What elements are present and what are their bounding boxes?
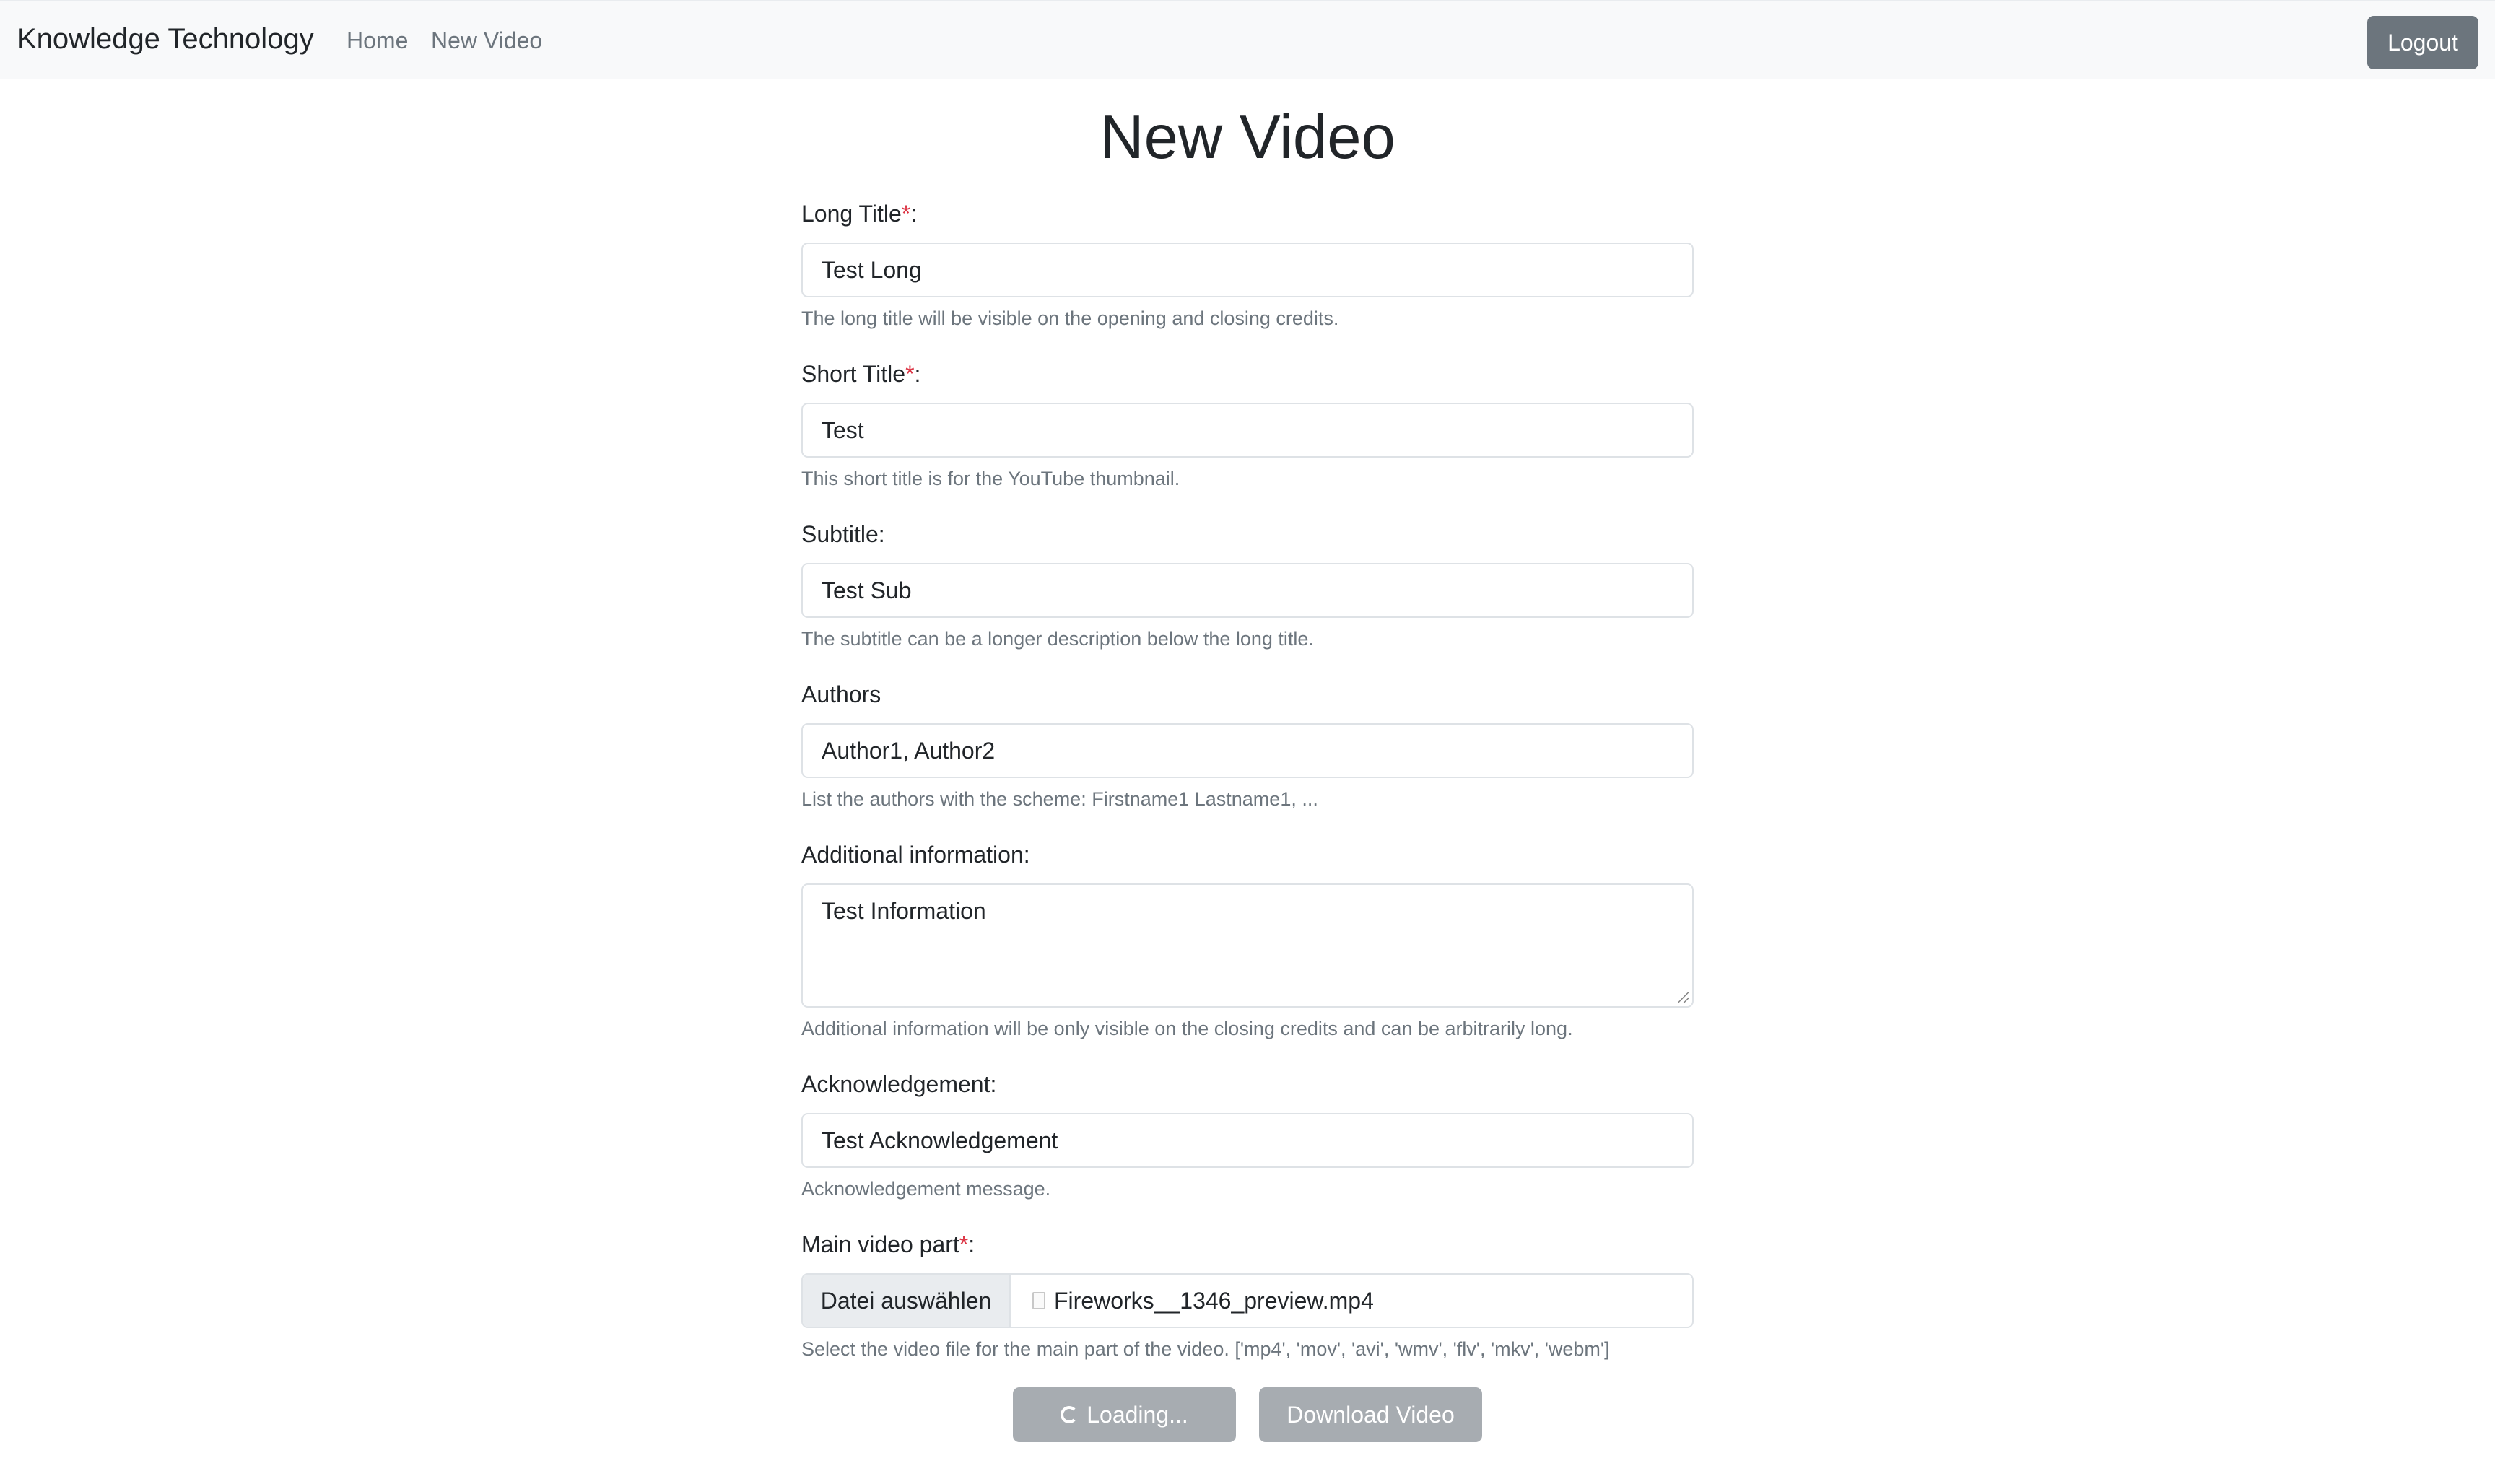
short-title-value: Test	[822, 416, 864, 443]
required-mark: *	[905, 361, 915, 387]
acknowledgement-label: Acknowledgement:	[801, 1071, 997, 1097]
main-video-label: Main video part*:	[801, 1230, 975, 1260]
main-video-file-input[interactable]: Datei auswählen Fireworks__1346_preview.…	[801, 1273, 1694, 1328]
acknowledgement-help: Acknowledgement message.	[801, 1178, 1051, 1200]
subtitle-help: The subtitle can be a longer description…	[801, 628, 1314, 650]
file-icon	[1032, 1292, 1045, 1309]
required-mark: *	[901, 201, 911, 227]
loading-button[interactable]: Loading...	[1013, 1387, 1236, 1442]
selected-file-name: Fireworks__1346_preview.mp4	[1054, 1287, 1374, 1314]
acknowledgement-input[interactable]: Test Acknowledgement	[801, 1113, 1694, 1168]
spinner-icon	[1061, 1406, 1079, 1423]
additional-info-label: Additional information:	[801, 842, 1030, 868]
subtitle-input[interactable]: Test Sub	[801, 563, 1694, 618]
download-video-button[interactable]: Download Video	[1259, 1387, 1482, 1442]
nav-link-home[interactable]: Home	[347, 26, 408, 56]
loading-label: Loading...	[1087, 1401, 1188, 1428]
logout-button[interactable]: Logout	[2367, 16, 2478, 69]
subtitle-label: Subtitle:	[801, 521, 885, 547]
long-title-input[interactable]: Test Long	[801, 243, 1694, 297]
authors-value: Author1, Author2	[822, 737, 996, 764]
main-video-label-text: Main video part	[801, 1231, 959, 1257]
label-suffix: :	[914, 361, 921, 387]
resize-handle-icon[interactable]	[1678, 992, 1689, 1003]
short-title-help: This short title is for the YouTube thum…	[801, 468, 1180, 489]
authors-input[interactable]: Author1, Author2	[801, 723, 1694, 778]
required-mark: *	[959, 1231, 969, 1257]
authors-help: List the authors with the scheme: Firstn…	[801, 788, 1318, 810]
authors-label: Authors	[801, 681, 881, 707]
additional-info-help: Additional information will be only visi…	[801, 1018, 1573, 1039]
selected-file: Fireworks__1346_preview.mp4	[1011, 1275, 1374, 1327]
choose-file-button[interactable]: Datei auswählen	[803, 1275, 1011, 1327]
short-title-label-text: Short Title	[801, 361, 906, 387]
label-suffix: :	[910, 201, 918, 227]
navbar-brand[interactable]: Knowledge Technology	[17, 20, 314, 58]
nav-link-new-video[interactable]: New Video	[431, 26, 542, 56]
long-title-value: Test Long	[822, 256, 922, 283]
acknowledgement-value: Test Acknowledgement	[822, 1127, 1058, 1153]
long-title-help: The long title will be visible on the op…	[801, 307, 1339, 329]
top-navbar: Knowledge Technology Home New Video Logo…	[0, 0, 2495, 79]
short-title-input[interactable]: Test	[801, 403, 1694, 458]
additional-info-textarea[interactable]: Test Information	[801, 883, 1694, 1008]
additional-info-value: Test Information	[822, 898, 986, 924]
long-title-label-text: Long Title	[801, 201, 902, 227]
page-title: New Video	[1100, 103, 1395, 172]
long-title-label: Long Title*:	[801, 199, 917, 230]
label-suffix: :	[968, 1231, 975, 1257]
short-title-label: Short Title*:	[801, 359, 920, 390]
main-video-help: Select the video file for the main part …	[801, 1338, 1610, 1360]
subtitle-value: Test Sub	[822, 577, 912, 603]
